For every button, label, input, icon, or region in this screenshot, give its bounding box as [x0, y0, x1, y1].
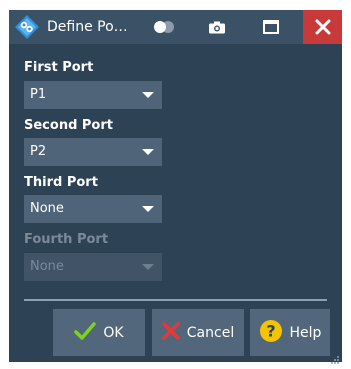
app-logo-icon [14, 14, 40, 40]
help-label: Help [289, 324, 322, 341]
third-port-select[interactable]: None [24, 195, 162, 223]
checkmark-icon [74, 321, 97, 344]
fourth-port-label: Fourth Port [24, 232, 109, 247]
svg-text:?: ? [266, 321, 275, 340]
chevron-down-icon [142, 92, 154, 98]
window-title: Define Po… [47, 19, 128, 35]
cancel-label: Cancel [186, 324, 235, 341]
second-port-select[interactable]: P2 [24, 138, 162, 166]
define-ports-dialog: Define Po… First Port P1 Second Port P2 … [9, 10, 342, 364]
close-button[interactable] [303, 10, 342, 44]
maximize-icon[interactable] [251, 10, 291, 44]
separator [24, 299, 327, 301]
second-port-value: P2 [30, 144, 47, 159]
toggle-icon[interactable] [144, 10, 184, 44]
third-port-value: None [30, 201, 64, 216]
resize-grip-icon[interactable] [330, 350, 340, 364]
title-bar[interactable]: Define Po… [9, 10, 342, 44]
ok-label: OK [103, 324, 124, 341]
first-port-select[interactable]: P1 [24, 81, 162, 109]
camera-icon[interactable] [199, 10, 235, 44]
third-port-label: Third Port [24, 175, 98, 190]
fourth-port-value: None [30, 259, 64, 274]
chevron-down-icon [142, 264, 154, 270]
help-button[interactable]: ? Help [250, 309, 330, 356]
second-port-label: Second Port [24, 118, 113, 133]
cancel-button[interactable]: Cancel [152, 309, 244, 356]
chevron-down-icon [142, 206, 154, 212]
close-icon [162, 321, 180, 344]
first-port-value: P1 [30, 87, 47, 102]
help-icon: ? [259, 319, 283, 347]
fourth-port-select: None [24, 253, 162, 281]
close-icon [315, 19, 330, 35]
first-port-label: First Port [24, 60, 94, 75]
chevron-down-icon [142, 149, 154, 155]
ok-button[interactable]: OK [53, 309, 145, 356]
